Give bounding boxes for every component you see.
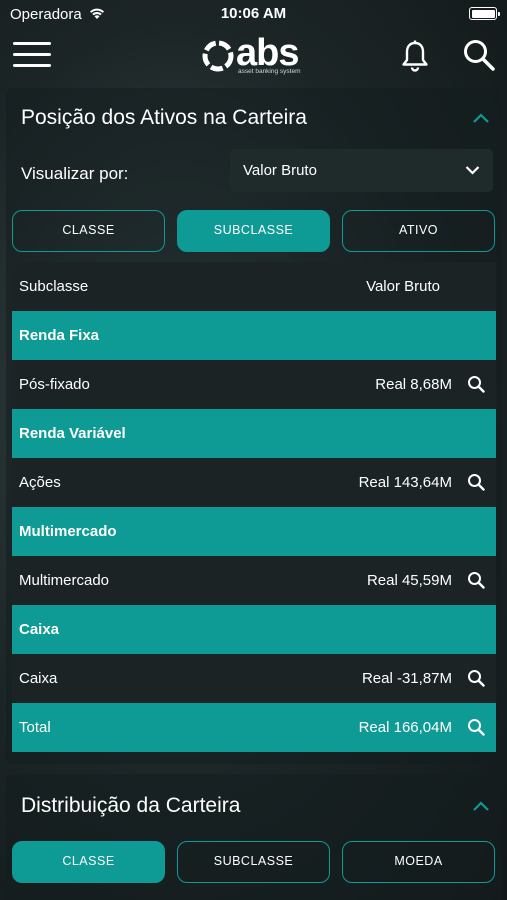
total-label: Total xyxy=(19,719,51,736)
total-row: Total Real 166,04M xyxy=(12,703,496,752)
row-label: Caixa xyxy=(19,670,58,687)
group-row: Multimercado xyxy=(12,507,496,556)
chevron-up-icon[interactable] xyxy=(472,112,490,124)
tab-moeda[interactable]: MOEDA xyxy=(342,841,495,883)
view-by-select[interactable]: Valor Bruto xyxy=(230,149,493,192)
row-label: Pós-fixado xyxy=(19,376,90,393)
row-value: Real -31,87M xyxy=(361,670,452,687)
tab-classe[interactable]: CLASSE xyxy=(12,210,165,252)
table-row: Caixa Real -31,87M xyxy=(12,654,496,703)
bell-icon[interactable] xyxy=(400,40,430,72)
group-row: Renda Variável xyxy=(12,409,496,458)
chevron-up-icon[interactable] xyxy=(472,800,490,812)
chevron-down-icon xyxy=(465,166,480,175)
search-icon[interactable] xyxy=(462,38,496,72)
tab-ativo[interactable]: ATIVO xyxy=(342,210,495,252)
column-header-value: Valor Bruto xyxy=(366,278,440,295)
app-header: abs asset banking system xyxy=(0,28,507,84)
total-value: Real 166,04M xyxy=(358,719,452,736)
view-by-value: Valor Bruto xyxy=(243,162,317,179)
column-header-subclass: Subclasse xyxy=(19,278,89,295)
table-header: Subclasse Valor Bruto xyxy=(12,262,496,311)
group-label: Renda Fixa xyxy=(19,327,100,344)
search-icon[interactable] xyxy=(467,718,485,736)
group-row: Renda Fixa xyxy=(12,311,496,360)
position-table: Subclasse Valor Bruto Renda Fixa Pós-fix… xyxy=(12,262,496,752)
table-row: Pós-fixado Real 8,68M xyxy=(12,360,496,409)
table-row: Multimercado Real 45,59M xyxy=(12,556,496,605)
tab-classe[interactable]: CLASSE xyxy=(12,841,165,883)
card-title: Distribuição da Carteira xyxy=(21,794,241,817)
row-label: Multimercado xyxy=(19,572,110,589)
search-icon[interactable] xyxy=(467,375,485,393)
search-icon[interactable] xyxy=(467,571,485,589)
status-bar: Operadora 10:06 AM xyxy=(0,0,507,28)
row-value: Real 45,59M xyxy=(366,572,452,589)
portfolio-distribution-card: Distribuição da Carteira CLASSE SUBCLASS… xyxy=(6,774,502,900)
search-icon[interactable] xyxy=(467,473,485,491)
menu-icon[interactable] xyxy=(13,41,51,69)
group-row: Caixa xyxy=(12,605,496,654)
view-by-label: Visualizar por: xyxy=(21,164,129,183)
tab-subclasse[interactable]: SUBCLASSE xyxy=(177,210,330,252)
row-value: Real 143,64M xyxy=(358,474,452,491)
group-label: Renda Variável xyxy=(19,425,126,442)
app-logo: abs asset banking system xyxy=(200,32,310,78)
row-value: Real 8,68M xyxy=(375,376,452,393)
battery-icon xyxy=(469,7,500,20)
table-row: Ações Real 143,64M xyxy=(12,458,496,507)
tab-subclasse[interactable]: SUBCLASSE xyxy=(177,841,330,883)
group-label: Caixa xyxy=(19,621,60,638)
asset-position-card: Posição dos Ativos na Carteira Visualiza… xyxy=(6,88,502,764)
logo-mark-icon xyxy=(202,40,234,72)
search-icon[interactable] xyxy=(467,669,485,687)
card-title: Posição dos Ativos na Carteira xyxy=(21,106,307,129)
group-label: Multimercado xyxy=(19,523,117,540)
logo-subtitle: asset banking system xyxy=(238,68,301,75)
row-label: Ações xyxy=(19,474,61,491)
status-time: 10:06 AM xyxy=(220,5,287,22)
